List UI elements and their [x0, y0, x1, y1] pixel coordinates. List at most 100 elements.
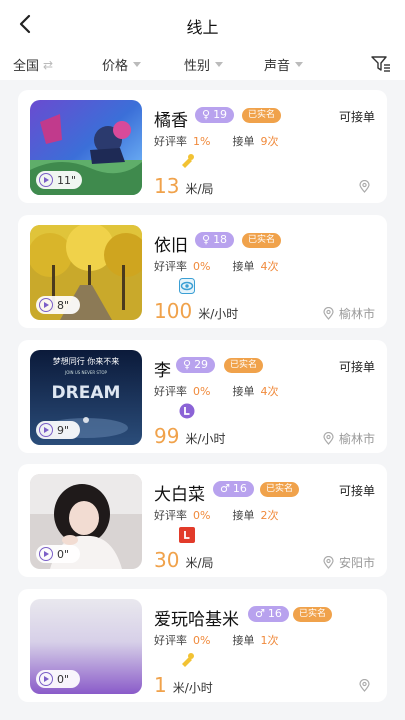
- player-name: 橘香: [154, 111, 188, 131]
- age-text: 29: [194, 358, 209, 371]
- orders-value: 1次: [260, 634, 279, 647]
- voice-duration[interactable]: 11": [36, 171, 83, 189]
- voice-duration[interactable]: 9": [36, 421, 80, 439]
- price: 99 米/小时: [154, 424, 226, 448]
- chevron-down-icon: [295, 62, 304, 67]
- location: [359, 180, 375, 193]
- availability-status: 可接单: [338, 360, 375, 374]
- price-value: 100: [154, 299, 193, 323]
- filter-region[interactable]: 全国 ⇄: [13, 55, 54, 75]
- orders-value: 4次: [260, 385, 279, 398]
- play-icon: [39, 423, 53, 437]
- photo-word: DREAM: [52, 383, 121, 403]
- player-stats: 好评率 0% 接单 1次: [154, 632, 278, 648]
- price-unit: 米/小时: [172, 681, 213, 695]
- gender-age-badge: ♂ 16: [248, 606, 289, 622]
- player-photo[interactable]: 0": [30, 474, 142, 569]
- location: 安阳市: [323, 554, 375, 571]
- player-stats: 好评率 1% 接单 9次: [154, 133, 278, 149]
- price-unit: 米/小时: [185, 432, 226, 446]
- age-text: 18: [213, 233, 228, 246]
- player-photo[interactable]: 0": [30, 599, 142, 694]
- player-card[interactable]: 11" 橘香 ♀ 19 已实名 可接单 好评率 1% 接单 9次 13 米/局: [18, 90, 387, 203]
- location: [359, 679, 375, 692]
- orders-label: 接单: [232, 509, 255, 522]
- filter-price[interactable]: 价格: [102, 55, 142, 74]
- price-unit: 米/局: [185, 556, 214, 570]
- gender-icon: ♂: [220, 482, 230, 495]
- gender-icon: ♀: [202, 233, 211, 246]
- age-text: 16: [267, 607, 282, 620]
- rating-value: 0%: [193, 634, 211, 647]
- filter-funnel-icon[interactable]: [371, 55, 391, 73]
- filter-bar: 全国 ⇄ 价格 性别 声音: [0, 50, 405, 80]
- rating-value: 0%: [193, 260, 211, 273]
- player-card[interactable]: 8" 依旧 ♀ 18 已实名 好评率 0% 接单 4次 100 米/小时 榆林市: [18, 215, 387, 328]
- rating-value: 0%: [193, 509, 211, 522]
- location-pin-icon: [359, 679, 370, 692]
- orders-value: 2次: [260, 509, 279, 522]
- gender-age-badge: ♀ 18: [195, 232, 235, 248]
- filter-region-label: 全国: [13, 59, 40, 74]
- duration-text: 0": [57, 672, 70, 686]
- price-value: 30: [154, 548, 180, 572]
- player-name: 大白菜: [154, 485, 205, 505]
- eye-badge-icon: [179, 278, 195, 294]
- gender-age-badge: ♀ 29: [176, 357, 216, 373]
- gender-icon: ♀: [202, 108, 211, 121]
- player-card[interactable]: 0" 大白菜 ♂ 16 已实名 可接单 好评率 0% 接单 2次 30 米/局 安阳市: [18, 464, 387, 577]
- location-text: 榆林市: [338, 307, 375, 321]
- duration-text: 11": [57, 173, 77, 187]
- orders-label: 接单: [232, 385, 255, 398]
- duration-text: 9": [57, 423, 70, 437]
- filter-voice[interactable]: 声音: [264, 55, 304, 74]
- price-unit: 米/局: [185, 182, 214, 196]
- player-stats: 好评率 0% 接单 4次: [154, 258, 278, 274]
- play-icon: [39, 298, 53, 312]
- location-pin-icon: [323, 307, 334, 320]
- filter-voice-label: 声音: [264, 59, 291, 74]
- rating-value: 1%: [193, 135, 211, 148]
- voice-duration[interactable]: 0": [36, 670, 80, 688]
- gender-age-badge: ♀ 19: [195, 107, 235, 123]
- age-text: 19: [213, 108, 228, 121]
- verified-badge: 已实名: [260, 482, 300, 497]
- player-name: 依旧: [154, 236, 188, 256]
- rating-label: 好评率: [154, 634, 187, 647]
- price-value: 99: [154, 424, 180, 448]
- verified-badge: 已实名: [293, 607, 333, 622]
- photo-caption: 梦想同行 你来不来: [53, 356, 120, 366]
- top-bar: 线上: [0, 0, 405, 50]
- verified-badge: 已实名: [242, 233, 282, 248]
- player-name: 爱玩哈基米: [154, 610, 239, 630]
- price: 100 米/小时: [154, 299, 238, 323]
- chevron-down-icon: [215, 62, 224, 67]
- verified-badge: 已实名: [242, 108, 282, 123]
- duration-text: 8": [57, 298, 70, 312]
- price-unit: 米/小时: [198, 307, 239, 321]
- filter-price-label: 价格: [102, 59, 129, 74]
- location-text: 榆林市: [338, 432, 375, 446]
- page-title: 线上: [186, 18, 219, 37]
- player-card[interactable]: 0" 爱玩哈基米 ♂ 16 已实名 好评率 0% 接单 1次 1 米/小时: [18, 589, 387, 702]
- player-photo[interactable]: 梦想同行 你来不来 JOIN US NEVER STOP DREAM 9": [30, 350, 142, 445]
- filter-gender[interactable]: 性别: [184, 55, 224, 74]
- gender-icon: ♂: [255, 607, 265, 620]
- duration-text: 0": [57, 547, 70, 561]
- rating-value: 0%: [193, 385, 211, 398]
- player-card[interactable]: 梦想同行 你来不来 JOIN US NEVER STOP DREAM 9" 李 …: [18, 340, 387, 453]
- chevron-down-icon: [133, 62, 142, 67]
- location: 榆林市: [323, 430, 375, 447]
- rating-label: 好评率: [154, 260, 187, 273]
- player-name: 李: [154, 361, 171, 381]
- verified-badge: 已实名: [224, 358, 264, 373]
- price: 30 米/局: [154, 548, 214, 572]
- gender-age-badge: ♂ 16: [213, 481, 254, 497]
- player-photo[interactable]: 8": [30, 225, 142, 320]
- player-photo[interactable]: 11": [30, 100, 142, 195]
- swap-arrows-icon: ⇄: [43, 57, 54, 72]
- voice-duration[interactable]: 0": [36, 545, 80, 563]
- voice-duration[interactable]: 8": [36, 296, 80, 314]
- availability-status: 可接单: [338, 110, 375, 124]
- location-pin-icon: [323, 432, 334, 445]
